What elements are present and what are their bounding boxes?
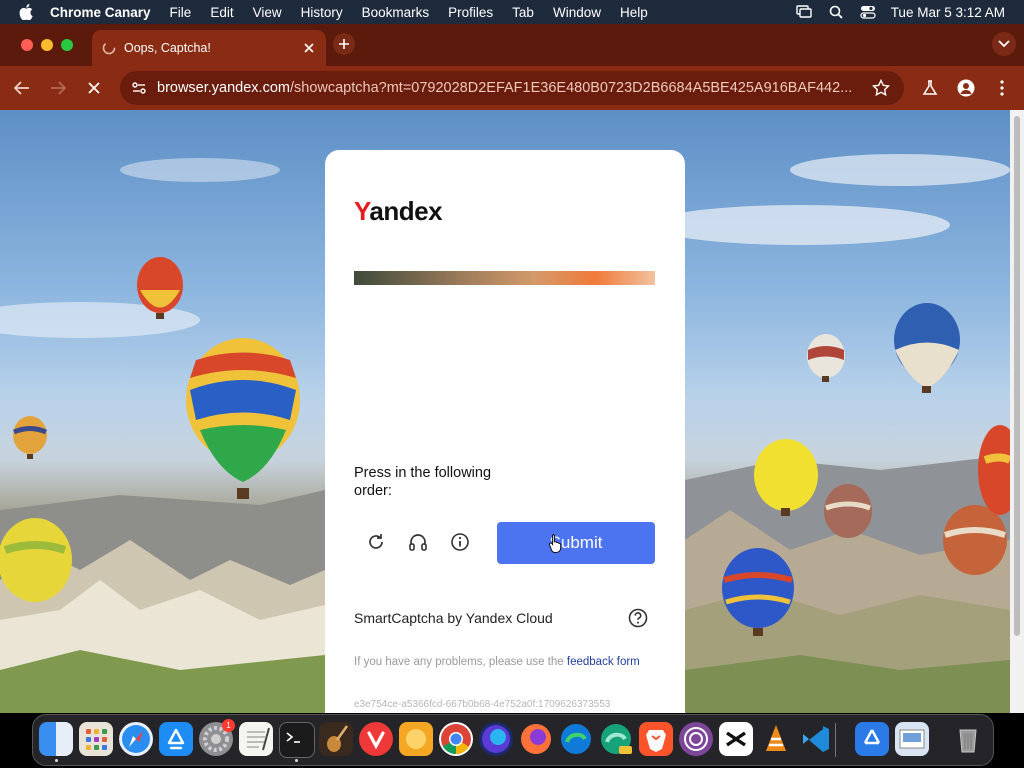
help-question-icon[interactable] — [628, 608, 648, 628]
bookmark-star-icon[interactable] — [871, 78, 891, 97]
instruments-icon[interactable] — [319, 722, 353, 756]
site-info-icon[interactable] — [130, 79, 148, 97]
feedback-form-link[interactable]: feedback form — [567, 656, 640, 668]
audio-captcha-headphones-icon[interactable] — [406, 530, 430, 554]
page-scrollbar[interactable] — [1010, 110, 1024, 713]
pages-icon[interactable] — [399, 722, 433, 756]
running-indicator — [295, 759, 298, 762]
tab-strip: Oops, Captcha! — [0, 24, 1024, 66]
url-host: browser.yandex.com — [157, 80, 290, 96]
launchpad-icon[interactable] — [79, 722, 113, 756]
apple-icon[interactable] — [18, 4, 34, 20]
menu-file[interactable]: File — [170, 5, 192, 20]
address-bar[interactable]: browser.yandex.com/showcaptcha?mt=079202… — [120, 71, 904, 105]
menu-bar: Chrome Canary File Edit View History Boo… — [0, 0, 1024, 24]
menu-tab[interactable]: Tab — [512, 5, 534, 20]
yandex-logo: Yandex — [354, 196, 443, 226]
firefox-icon[interactable] — [519, 722, 553, 756]
forward-arrow-icon[interactable] — [48, 78, 68, 98]
safari-icon[interactable] — [119, 722, 153, 756]
zoom-window-button[interactable] — [61, 39, 73, 51]
menu-clock[interactable]: Tue Mar 5 3:12 AM — [891, 5, 1005, 20]
new-tab-button[interactable] — [333, 33, 355, 55]
app-store-icon[interactable] — [159, 722, 193, 756]
menu-edit[interactable]: Edit — [210, 5, 233, 20]
loading-spinner-icon — [102, 41, 116, 55]
tor-browser-icon[interactable] — [679, 722, 713, 756]
finder-icon[interactable] — [39, 722, 73, 756]
preview-icon[interactable] — [895, 722, 929, 756]
spotlight-search-icon[interactable] — [827, 3, 845, 21]
tab-close-icon[interactable] — [302, 41, 316, 55]
page-content: Yandex Press in the following order: Sub… — [0, 110, 1010, 713]
submit-button[interactable]: Submit — [497, 522, 655, 564]
tab-title: Oops, Captcha! — [124, 41, 211, 55]
settings-notification-badge: 1 — [222, 719, 235, 732]
menu-profiles[interactable]: Profiles — [448, 5, 493, 20]
textedit-icon[interactable] — [239, 722, 273, 756]
profile-avatar-icon[interactable] — [956, 78, 976, 98]
microsoft-edge-canary-icon[interactable] — [599, 722, 633, 756]
trash-icon[interactable] — [951, 722, 985, 756]
problems-notice: If you have any problems, please use the… — [354, 656, 640, 668]
tab-active[interactable]: Oops, Captcha! — [92, 30, 326, 66]
close-window-button[interactable] — [21, 39, 33, 51]
simulator-icon[interactable] — [855, 722, 889, 756]
vscode-icon[interactable] — [799, 722, 833, 756]
dock-separator — [835, 723, 836, 757]
captcha-instruction: Press in the following order: — [354, 465, 492, 499]
url-text[interactable]: browser.yandex.com/showcaptcha?mt=079202… — [157, 80, 852, 96]
microsoft-edge-icon[interactable] — [559, 722, 593, 756]
labs-flask-icon[interactable] — [920, 78, 940, 98]
running-indicator — [55, 759, 58, 762]
captcha-card: Yandex Press in the following order: Sub… — [325, 150, 685, 713]
menu-view[interactable]: View — [253, 5, 282, 20]
info-icon[interactable] — [448, 530, 472, 554]
menu-help[interactable]: Help — [620, 5, 648, 20]
menu-window[interactable]: Window — [553, 5, 601, 20]
back-arrow-icon[interactable] — [12, 78, 32, 98]
tab-search-button[interactable] — [992, 32, 1016, 56]
screen-mirroring-icon[interactable] — [795, 3, 813, 21]
minimize-window-button[interactable] — [41, 39, 53, 51]
chrome-icon[interactable] — [439, 722, 473, 756]
menu-app-name[interactable]: Chrome Canary — [50, 5, 151, 20]
firefox-nightly-icon[interactable] — [479, 722, 513, 756]
control-center-icon[interactable] — [859, 3, 877, 21]
scrollbar-thumb[interactable] — [1014, 116, 1020, 636]
kebab-menu-icon[interactable] — [992, 78, 1012, 98]
menu-history[interactable]: History — [301, 5, 343, 20]
vlc-icon[interactable] — [759, 722, 793, 756]
url-path: /showcaptcha?mt=0792028D2EFAF1E36E480B07… — [289, 80, 853, 96]
request-id-text: e3e754ce-a5366fcd-667b0b68-4e752a0f:1709… — [354, 699, 611, 710]
macos-dock: 1 — [32, 714, 994, 766]
menu-bookmarks[interactable]: Bookmarks — [362, 5, 430, 20]
terminal-icon[interactable] — [279, 722, 315, 758]
capcut-icon[interactable] — [719, 722, 753, 756]
browser-toolbar: browser.yandex.com/showcaptcha?mt=079202… — [0, 66, 1024, 110]
vivaldi-icon[interactable] — [359, 722, 393, 756]
captcha-image[interactable] — [354, 271, 655, 285]
refresh-captcha-icon[interactable] — [364, 530, 388, 554]
pointer-hand-cursor-icon — [548, 534, 562, 553]
smartcaptcha-brand-text: SmartCaptcha by Yandex Cloud — [354, 610, 553, 626]
stop-loading-icon[interactable] — [84, 78, 104, 98]
brave-icon[interactable] — [639, 722, 673, 756]
